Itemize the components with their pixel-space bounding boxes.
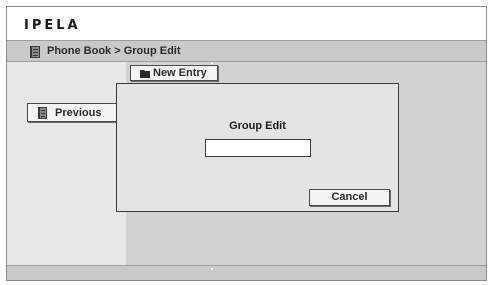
ipela-logo: IPELA [24,18,81,33]
logo-bar: IPELA [7,7,486,40]
previous-label: Previous [55,107,102,119]
breadcrumb: Phone Book > Group Edit [47,45,181,57]
folder-icon [140,69,150,78]
breadcrumb-bar: Phone Book > Group Edit [7,40,486,62]
phone-book-icon [29,45,41,58]
previous-button[interactable]: Previous [27,103,119,122]
cancel-button[interactable]: Cancel [309,189,390,206]
new-entry-button[interactable]: New Entry [130,65,218,81]
footer-bar [7,265,486,280]
new-entry-label: New Entry [153,67,207,79]
scroll-indicator-bottom [211,268,213,270]
group-name-input[interactable] [205,139,311,157]
dialog-title: Group Edit [229,120,286,132]
group-edit-dialog: Group Edit Cancel [116,83,399,212]
scroll-indicator-top [211,62,213,64]
phone-book-icon [37,107,48,119]
screen: IPELA Phone Book > Group Edit New Entry [6,6,487,281]
left-panel [7,62,126,265]
